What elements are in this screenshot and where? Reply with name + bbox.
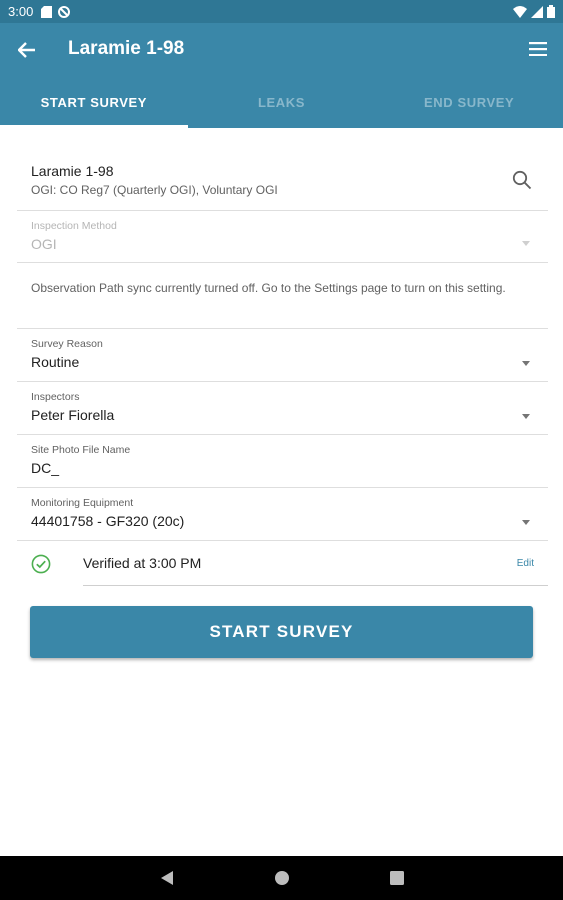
edit-link[interactable]: Edit (517, 558, 534, 569)
nav-back-icon[interactable] (160, 870, 174, 886)
battery-icon (547, 5, 555, 18)
sd-card-icon (41, 5, 53, 18)
inspectors-value: Peter Fiorella (31, 407, 115, 423)
wifi-icon (513, 5, 527, 18)
page-title: Laramie 1-98 (68, 38, 185, 59)
check-circle-icon (31, 554, 51, 574)
verified-text: Verified at 3:00 PM (83, 555, 202, 571)
observation-path-note: Observation Path sync currently turned o… (17, 263, 548, 329)
inspectors-label: Inspectors (31, 391, 80, 403)
tab-bar: START SURVEY LEAKS END SURVEY (0, 90, 563, 128)
monitoring-equipment-label: Monitoring Equipment (31, 497, 134, 509)
dropdown-arrow-icon (522, 241, 530, 246)
verified-row: Verified at 3:00 PM Edit (17, 541, 548, 586)
app-bar: Laramie 1-98 START SURVEY LEAKS END SURV… (0, 23, 563, 128)
site-programs: OGI: CO Reg7 (Quarterly OGI), Voluntary … (31, 183, 278, 197)
nav-recents-icon[interactable] (389, 871, 404, 885)
survey-reason-value: Routine (31, 354, 80, 370)
start-survey-button[interactable]: START SURVEY (30, 606, 533, 658)
dropdown-arrow-icon (522, 361, 530, 366)
inspectors-select[interactable]: Inspectors Peter Fiorella (17, 382, 548, 435)
menu-button[interactable] (527, 38, 549, 60)
sync-off-icon (58, 5, 71, 18)
site-photo-label: Site Photo File Name (31, 444, 131, 456)
inspection-method-label: Inspection Method (31, 220, 117, 232)
signal-icon (531, 5, 543, 18)
survey-reason-label: Survey Reason (31, 338, 103, 350)
search-icon (512, 170, 532, 190)
site-name: Laramie 1-98 (31, 163, 114, 179)
status-time: 3:00 (8, 4, 34, 19)
tab-end-survey[interactable]: END SURVEY (375, 90, 563, 128)
survey-form: Laramie 1-98 OGI: CO Reg7 (Quarterly OGI… (17, 150, 548, 586)
back-arrow-icon (18, 42, 35, 58)
monitoring-equipment-value: 44401758 - GF320 (20c) (31, 513, 185, 529)
nav-home-icon[interactable] (274, 870, 290, 886)
inspection-method-value: OGI (31, 236, 57, 252)
tab-leaks[interactable]: LEAKS (188, 90, 376, 128)
dropdown-arrow-icon (522, 520, 530, 525)
back-button[interactable] (14, 37, 40, 63)
search-button[interactable] (512, 170, 534, 192)
status-bar: 3:00 (0, 0, 563, 23)
site-info-row: Laramie 1-98 OGI: CO Reg7 (Quarterly OGI… (17, 150, 548, 211)
site-photo-value[interactable]: DC_ (31, 460, 548, 476)
tab-start-survey[interactable]: START SURVEY (0, 90, 188, 128)
monitoring-equipment-select[interactable]: Monitoring Equipment 44401758 - GF320 (2… (17, 488, 548, 541)
survey-reason-select[interactable]: Survey Reason Routine (17, 329, 548, 382)
dropdown-arrow-icon (522, 414, 530, 419)
menu-icon (529, 42, 547, 56)
inspection-method-select: Inspection Method OGI (17, 211, 548, 263)
system-nav-bar (0, 856, 563, 900)
site-photo-field[interactable]: Site Photo File Name DC_ (17, 435, 548, 488)
